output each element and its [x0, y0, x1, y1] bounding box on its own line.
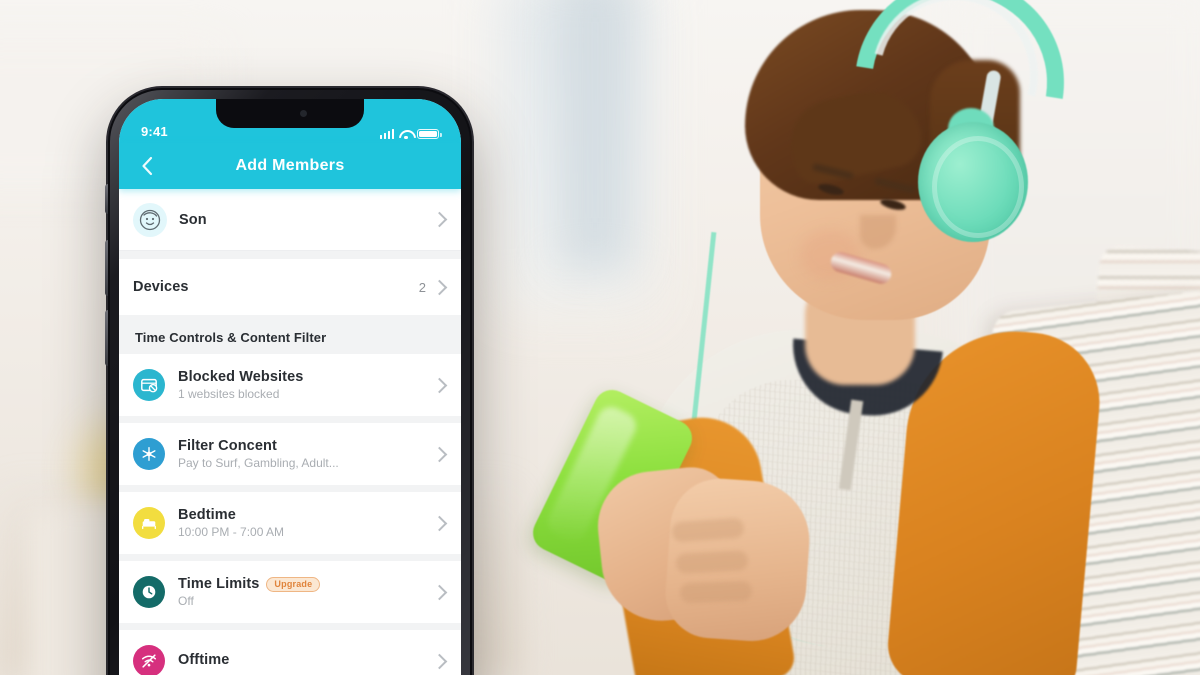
setting-row-offtime[interactable]: Offtime — [119, 630, 461, 675]
setting-row-blocked-websites[interactable]: Blocked Websites 1 websites blocked — [119, 354, 461, 416]
setting-title-text: Filter Concent — [178, 438, 277, 454]
setting-title-text: Bedtime — [178, 507, 236, 523]
setting-title-text: Blocked Websites — [178, 369, 304, 385]
chevron-right-icon — [431, 279, 448, 295]
chevron-right-icon — [431, 515, 448, 531]
devices-row[interactable]: Devices 2 — [119, 259, 461, 315]
devices-label: Devices — [133, 279, 189, 295]
phone-notch — [216, 99, 364, 128]
setting-subtitle: Off — [178, 594, 194, 608]
setting-text-wrap: Time Limits Upgrade Off — [178, 576, 434, 608]
chevron-right-icon — [431, 584, 448, 600]
wifi-icon — [399, 129, 412, 139]
phone-volume-up-button[interactable] — [105, 240, 108, 296]
section-header: Time Controls & Content Filter — [135, 330, 327, 345]
setting-row-time-limits[interactable]: Time Limits Upgrade Off — [119, 561, 461, 623]
page-title: Add Members — [235, 157, 345, 174]
setting-title: Time Limits Upgrade — [178, 576, 434, 592]
status-bar-time: 9:41 — [141, 124, 168, 139]
phone-mockup: 9:41 Add Members Son Devices 2 Time Cont… — [105, 88, 472, 675]
member-name-wrap: Son — [179, 212, 434, 228]
setting-title: Bedtime — [178, 507, 434, 523]
settings-list: Son Devices 2 Time Controls & Content Fi… — [119, 189, 461, 675]
setting-title: Offtime — [178, 652, 434, 668]
smiley-face-avatar-icon — [139, 209, 161, 230]
screenshot-root: 9:41 Add Members Son Devices 2 Time Cont… — [0, 0, 1200, 675]
setting-text-wrap: Offtime — [178, 652, 434, 670]
content-filter-icon — [133, 438, 165, 470]
chevron-right-icon — [431, 446, 448, 462]
battery-icon — [417, 129, 442, 139]
chevron-right-icon — [431, 377, 448, 393]
member-name: Son — [179, 211, 207, 228]
setting-subtitle: Pay to Surf, Gambling, Adult... — [178, 456, 339, 470]
back-button[interactable] — [135, 154, 159, 178]
avatar — [133, 202, 167, 237]
phone-volume-down-button[interactable] — [105, 310, 108, 366]
headphone-earcup-ring — [932, 136, 1024, 238]
upgrade-badge[interactable]: Upgrade — [266, 576, 321, 592]
setting-row-filter-concent[interactable]: Filter Concent Pay to Surf, Gambling, Ad… — [119, 423, 461, 485]
status-bar-indicators — [379, 129, 442, 139]
setting-title-text: Offtime — [178, 652, 230, 668]
cellular-signal-icon — [379, 129, 394, 139]
boy-finger — [679, 580, 753, 604]
setting-subtitle: 10:00 PM - 7:00 AM — [178, 525, 285, 539]
status-bar: 9:41 — [119, 99, 461, 143]
chevron-right-icon — [431, 211, 448, 228]
clock-icon — [133, 576, 165, 608]
front-camera-icon — [299, 110, 307, 117]
blocked-website-icon — [133, 369, 165, 401]
phone-silence-switch[interactable] — [105, 184, 108, 214]
boy-finger — [675, 550, 749, 574]
setting-text-wrap: Blocked Websites 1 websites blocked — [178, 369, 434, 401]
setting-title-text: Time Limits — [178, 576, 260, 592]
blurred-window — [560, 0, 630, 270]
setting-row-bedtime[interactable]: Bedtime 10:00 PM - 7:00 AM — [119, 492, 461, 554]
chevron-left-icon — [142, 156, 153, 176]
setting-subtitle: 1 websites blocked — [178, 387, 280, 401]
devices-label-wrap: Devices — [133, 279, 419, 295]
member-row-son[interactable]: Son — [119, 189, 461, 251]
setting-text-wrap: Bedtime 10:00 PM - 7:00 AM — [178, 507, 434, 539]
setting-title: Filter Concent — [178, 438, 434, 454]
app-navbar: Add Members — [119, 143, 461, 189]
setting-text-wrap: Filter Concent Pay to Surf, Gambling, Ad… — [178, 438, 434, 470]
devices-count: 2 — [418, 279, 426, 295]
bed-icon — [133, 507, 165, 539]
chevron-right-icon — [431, 653, 448, 669]
phone-screen: 9:41 Add Members Son Devices 2 Time Cont… — [119, 99, 461, 675]
wifi-off-icon — [133, 645, 165, 675]
setting-title: Blocked Websites — [178, 369, 434, 385]
